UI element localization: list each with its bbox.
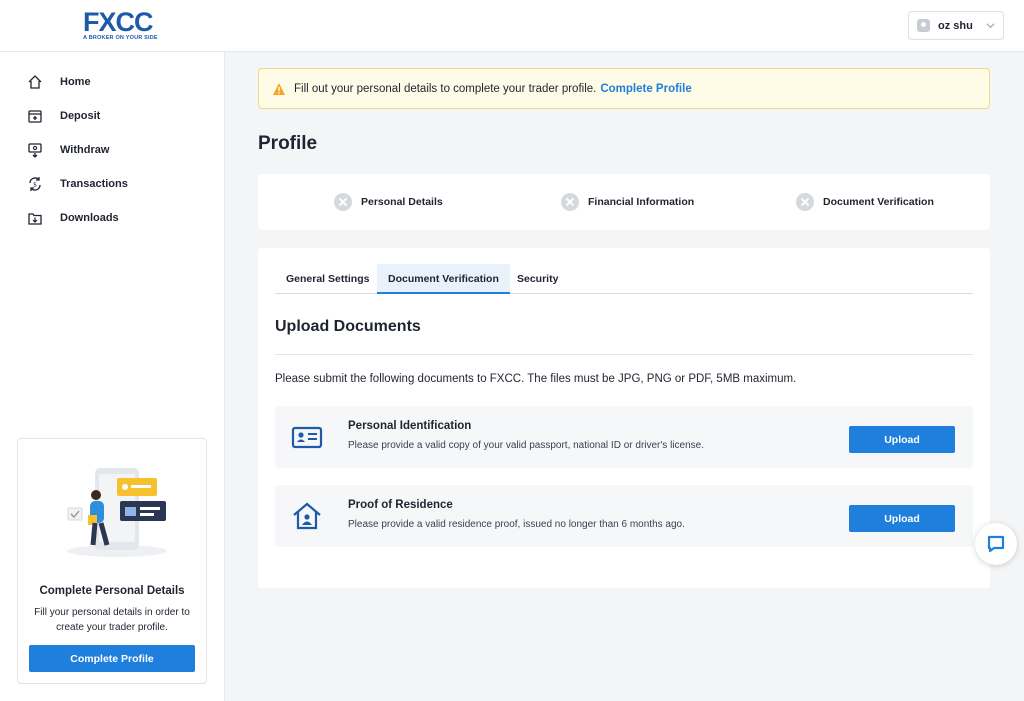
- profile-alert: Fill out your personal details to comple…: [258, 68, 990, 109]
- sidebar-item-home[interactable]: Home: [27, 72, 91, 92]
- sidebar-item-deposit[interactable]: Deposit: [27, 106, 100, 126]
- deposit-icon: [28, 110, 42, 123]
- sidebar-item-downloads[interactable]: Downloads: [27, 208, 119, 228]
- profile-steps: Personal Details Financial Information D…: [258, 174, 990, 230]
- profile-illustration: [67, 468, 167, 557]
- fxcc-logo[interactable]: FXCC A BROKER ON YOUR SIDE: [83, 7, 169, 42]
- profile-tabs: General Settings Document Verification S…: [275, 264, 973, 294]
- promo-text: Fill your personal details in order to c…: [34, 607, 190, 633]
- step-personal-details: Personal Details: [334, 193, 443, 211]
- user-name: oz shu: [938, 19, 973, 32]
- promo-title: Complete Personal Details: [39, 585, 185, 597]
- documents-card: General Settings Document Verification S…: [258, 248, 990, 588]
- home-icon: [28, 75, 42, 89]
- document-title: Proof of Residence: [348, 499, 453, 511]
- sidebar-item-label: Withdraw: [60, 144, 110, 156]
- sidebar: Home Deposit Withdraw $ Transactions Dow…: [0, 52, 225, 701]
- chat-button[interactable]: [975, 523, 1017, 565]
- divider: [275, 354, 973, 355]
- step-label: Financial Information: [588, 196, 695, 208]
- document-title: Personal Identification: [348, 420, 472, 432]
- downloads-icon: [28, 213, 42, 225]
- complete-profile-link[interactable]: Complete Profile: [600, 83, 691, 95]
- user-avatar-icon: [917, 19, 930, 32]
- step-incomplete-icon: [561, 193, 579, 211]
- section-title: Upload Documents: [275, 318, 421, 335]
- step-label: Personal Details: [361, 196, 443, 208]
- svg-text:$: $: [33, 182, 37, 189]
- withdraw-icon: [28, 143, 42, 158]
- document-description: Please provide a valid copy of your vali…: [348, 440, 704, 451]
- complete-profile-button[interactable]: Complete Profile: [29, 645, 195, 672]
- upload-identification-button[interactable]: Upload: [849, 426, 955, 453]
- sidebar-item-label: Downloads: [60, 212, 119, 224]
- step-document-verification: Document Verification: [796, 193, 934, 211]
- alert-message: Fill out your personal details to comple…: [294, 82, 597, 95]
- document-row-residence: Proof of Residence Please provide a vali…: [275, 485, 973, 547]
- tab-document-verification[interactable]: Document Verification: [377, 264, 510, 294]
- document-description: Please provide a valid residence proof, …: [348, 519, 685, 530]
- step-label: Document Verification: [823, 196, 934, 208]
- house-icon: [293, 502, 321, 530]
- chat-icon: [987, 535, 1005, 553]
- transactions-icon: $: [29, 177, 41, 191]
- warning-icon: [273, 82, 285, 95]
- logo-tagline: A BROKER ON YOUR SIDE: [83, 35, 158, 41]
- step-financial-information: Financial Information: [561, 193, 694, 211]
- chevron-down-icon: [986, 23, 995, 29]
- tab-security[interactable]: Security: [506, 264, 569, 294]
- sidebar-item-transactions[interactable]: $ Transactions: [27, 174, 128, 194]
- tab-general-settings[interactable]: General Settings: [275, 264, 380, 294]
- sidebar-item-label: Home: [60, 76, 91, 88]
- user-menu[interactable]: oz shu: [908, 11, 1004, 40]
- step-incomplete-icon: [796, 193, 814, 211]
- page-title: Profile: [258, 133, 318, 154]
- sidebar-item-label: Transactions: [60, 178, 128, 190]
- logo-text: FXCC: [83, 7, 154, 37]
- complete-details-promo: Complete Personal Details Fill your pers…: [17, 438, 207, 684]
- sidebar-item-withdraw[interactable]: Withdraw: [27, 140, 109, 160]
- upload-instructions: Please submit the following documents to…: [275, 373, 797, 385]
- step-incomplete-icon: [334, 193, 352, 211]
- sidebar-item-label: Deposit: [60, 110, 101, 122]
- id-card-icon: [291, 426, 323, 449]
- top-header: FXCC A BROKER ON YOUR SIDE oz shu: [0, 0, 1024, 52]
- document-row-identification: Personal Identification Please provide a…: [275, 406, 973, 468]
- upload-residence-button[interactable]: Upload: [849, 505, 955, 532]
